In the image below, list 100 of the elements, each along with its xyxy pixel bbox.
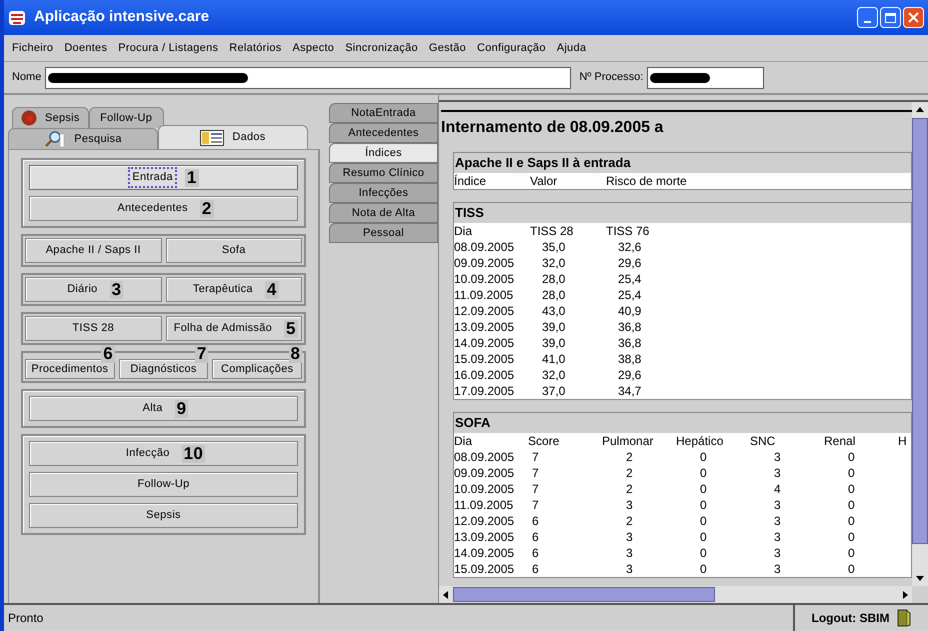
maximize-button[interactable] (880, 7, 901, 28)
table-cell-text: 39,0 (541, 335, 566, 352)
panel-tab[interactable]: Dados (158, 125, 308, 149)
table-cell-text: 0 (699, 561, 708, 578)
table-cell-text: 16.09.2005 (454, 367, 516, 384)
table-cell-text: 0 (847, 561, 856, 578)
table-cell-text: 3 (625, 529, 634, 546)
horizontal-scrollbar[interactable] (439, 586, 912, 603)
table-cell-text: 11.09.2005 (454, 497, 514, 514)
menu-item[interactable]: Sincronização (345, 40, 418, 56)
table-cell-text: 4 (773, 481, 782, 498)
table-cell-text: 3 (773, 545, 782, 562)
table-cell-text: 09.09.2005 (454, 255, 516, 272)
action-button[interactable]: Alta 9 (29, 396, 298, 421)
menu-item[interactable]: Procura / Listagens (118, 40, 218, 56)
table-cell-text: 32,0 (541, 367, 566, 384)
redaction-mark (650, 72, 710, 82)
table-cell-text: 38,8 (617, 351, 642, 368)
menu-item[interactable]: Configuração (476, 40, 546, 56)
table-cell-text: 2 (625, 513, 634, 530)
step-number: 7 (194, 345, 208, 363)
table-cell-text: 10.09.2005 (454, 271, 516, 288)
minimize-button[interactable] (857, 7, 878, 28)
menu-item[interactable]: Relatórios (229, 40, 282, 56)
table-cell-text: 28,0 (541, 287, 566, 304)
scroll-thumb[interactable] (453, 587, 715, 602)
menu-item[interactable]: Ajuda (556, 40, 586, 56)
table-cell-text: 7 (531, 497, 540, 514)
action-button[interactable]: Entrada 1 (29, 165, 298, 190)
menu-item[interactable]: Gestão (428, 40, 466, 56)
logout-label[interactable]: Logout: SBIM (812, 609, 890, 627)
table-cell-text: 17.09.2005 (454, 383, 516, 400)
panel-tab[interactable]: Sepsis (12, 107, 89, 128)
action-button[interactable]: Folha de Admissão 5 (166, 316, 302, 341)
process-number-field[interactable] (647, 66, 764, 88)
action-button[interactable]: Follow-Up (29, 472, 298, 497)
table-cell-text: 28,0 (541, 271, 566, 288)
menu-item[interactable]: Doentes (64, 40, 108, 56)
table-cell-text: 08.09.2005 (454, 449, 516, 466)
table-cell-text: 3 (773, 513, 782, 530)
table-cell-text: 10.09.2005 (454, 481, 516, 498)
column-header: Renal (824, 433, 856, 450)
table-cell-text: 29,6 (617, 255, 642, 272)
action-button[interactable]: Infecção 10 (29, 441, 298, 466)
table-cell-text: 3 (625, 545, 634, 562)
table-cell-text: 15.09.2005 (454, 561, 516, 578)
table-cell-text: 41,0 (541, 351, 566, 368)
section-tab[interactable]: Resumo Clínico (329, 163, 438, 183)
section-tab[interactable]: Antecedentes (329, 123, 438, 143)
table-cell-text: 0 (847, 513, 856, 530)
field-label: Nome (12, 70, 42, 86)
column-header: Dia (454, 433, 474, 450)
section-tab[interactable]: Índices (329, 143, 438, 163)
action-button[interactable]: Procedimentos (25, 359, 115, 379)
close-button[interactable] (903, 7, 924, 28)
table-cell-text: 43,0 (541, 303, 566, 320)
table-cell-text: 6 (531, 545, 540, 562)
action-button[interactable]: Diagnósticos (118, 359, 208, 379)
table-cell-text: 3 (773, 561, 782, 578)
section-tab[interactable]: Pessoal (329, 223, 438, 243)
status-text: Pronto (7, 610, 44, 627)
table-cell-text: 0 (847, 465, 856, 482)
section-tab[interactable]: Nota de Alta (329, 203, 438, 223)
step-number: 9 (174, 400, 188, 418)
menu-item[interactable]: Ficheiro (12, 40, 54, 56)
table-cell-text: 0 (699, 497, 708, 514)
table-cell-text: 2 (625, 465, 634, 482)
window-title: Aplicação intensive.care (34, 7, 210, 28)
table-cell-text: 35,0 (541, 239, 566, 256)
section-title: SOFA (454, 413, 911, 433)
panel-tab[interactable]: Follow-Up (88, 107, 164, 128)
table-cell-text: 12.09.2005 (454, 513, 516, 530)
section-title: Apache II e Saps II à entrada (454, 153, 911, 173)
table-cell-text: 0 (699, 449, 708, 466)
table-cell-text: 6 (531, 529, 540, 546)
table-cell-text: 6 (531, 561, 540, 578)
table-cell-text: 14.09.2005 (454, 335, 516, 352)
action-button[interactable]: Terapêutica 4 (166, 277, 302, 302)
table-cell-text: 0 (847, 529, 856, 546)
table-cell-text: 2 (625, 481, 634, 498)
section-tab[interactable]: Infecções (329, 183, 438, 203)
action-button[interactable]: Sepsis (29, 503, 298, 528)
table-cell-text: 13.09.2005 (454, 319, 516, 336)
door-icon[interactable] (897, 609, 912, 627)
action-button[interactable]: Sofa (166, 238, 302, 263)
action-button[interactable]: TISS 28 (25, 316, 162, 341)
action-button[interactable]: Diário 3 (25, 277, 162, 302)
step-number: 4 (264, 280, 279, 298)
table-cell-text: 0 (699, 545, 708, 562)
table-cell-text: 14.09.2005 (454, 545, 516, 562)
step-number: 6 (101, 345, 115, 363)
name-field[interactable] (45, 66, 572, 88)
table-cell-text: 7 (531, 449, 540, 466)
table-cell-text: 3 (773, 465, 782, 482)
action-button[interactable]: Antecedentes 2 (29, 196, 298, 221)
action-button[interactable]: Complicações (212, 359, 302, 379)
panel-tab[interactable]: Pesquisa (8, 128, 158, 149)
menu-item[interactable]: Aspecto (292, 40, 334, 56)
section-tab[interactable]: NotaEntrada (329, 103, 438, 123)
action-button[interactable]: Apache II / Saps II (25, 238, 162, 263)
